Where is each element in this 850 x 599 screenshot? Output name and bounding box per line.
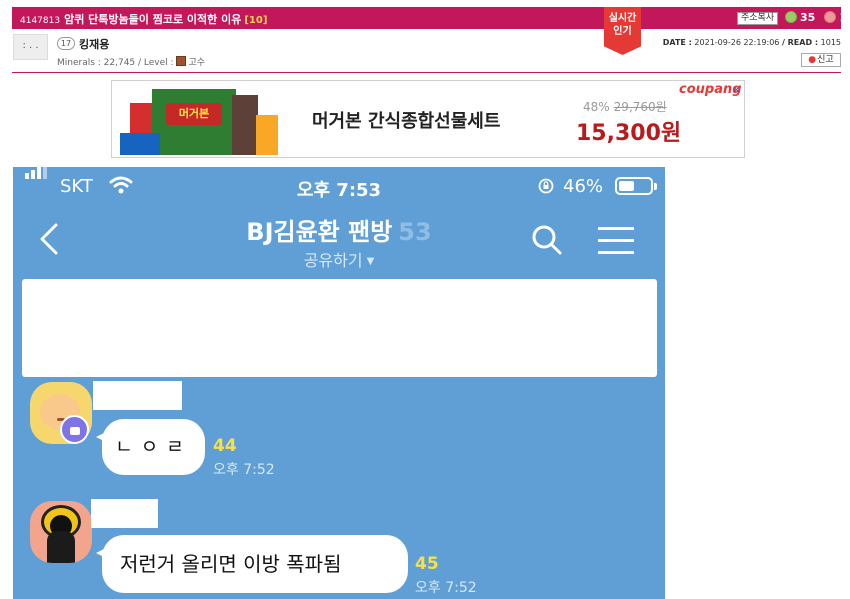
badge-line-2: 인기 xyxy=(613,26,632,37)
date-label: DATE : xyxy=(662,38,692,47)
post-title[interactable]: 암퀴 단톡방놈들이 찜코로 이적한 이유 xyxy=(64,13,241,26)
badge-line-1: 실시간 xyxy=(608,13,637,24)
battery-icon xyxy=(615,177,657,195)
search-icon[interactable] xyxy=(531,224,563,256)
author-minerals-line: Minerals : 22,745 / Level : 고수 xyxy=(57,55,205,68)
post-date-read: DATE : 2021-09-26 22:19:06 / READ : 1015 xyxy=(663,38,841,47)
hamburger-menu-icon[interactable] xyxy=(598,227,634,263)
copy-url-button[interactable]: 주소복사 xyxy=(737,12,779,25)
sender-name-redacted-2 xyxy=(91,499,158,528)
ad-close-icon[interactable]: × xyxy=(732,83,741,96)
ad-product-label: 머거본 xyxy=(166,103,222,125)
rotation-lock-icon xyxy=(538,178,554,194)
chat-room-title-line: BJ김윤환 팬방 53 xyxy=(13,212,665,247)
share-label: 공유하기 xyxy=(303,251,363,270)
notice-panel xyxy=(22,279,657,377)
minerals-text: Minerals : 22,745 / Level : xyxy=(57,58,174,68)
author-level-number: 17 xyxy=(57,37,75,50)
unread-count-2: 45 xyxy=(415,554,439,574)
report-button[interactable]: ●신고 xyxy=(801,53,841,67)
header-divider xyxy=(12,72,841,73)
level-name: 고수 xyxy=(188,58,205,68)
read-value: 1015 xyxy=(820,38,841,47)
author-nickname[interactable]: 킹재용 xyxy=(79,36,109,52)
battery-percent: 46% xyxy=(563,176,604,197)
ad-discount-pct: 48% xyxy=(583,100,610,114)
member-count: 53 xyxy=(398,218,432,246)
downvote-icon[interactable] xyxy=(824,11,837,23)
phone-status-bar: SKT 오후 7:53 46% xyxy=(13,167,665,203)
report-label: 신고 xyxy=(817,55,834,65)
realtime-popular-badge: 실시간 인기 xyxy=(604,7,641,55)
chat-screenshot: SKT 오후 7:53 46% BJ김윤환 팬방 53 공유하기 ▼ ㄴㅇㄹ 44 … xyxy=(13,167,665,599)
ad-discount: 48% 29,760원 xyxy=(583,98,667,115)
unread-count-1: 44 xyxy=(213,436,237,456)
siren-icon: ● xyxy=(808,55,817,65)
sender-name-redacted-1 xyxy=(93,381,182,410)
author-avatar[interactable]: : . . xyxy=(13,34,48,60)
ad-product-image: 머거본 xyxy=(120,83,280,157)
bot-icon xyxy=(60,415,89,444)
downvote-count: 1 xyxy=(839,11,847,24)
level-badge-icon xyxy=(176,56,187,66)
ad-title: 머거본 간식종합선물세트 xyxy=(312,111,501,132)
sender-avatar-2[interactable] xyxy=(30,501,92,563)
post-title-line: 4147813 암퀴 단톡방놈들이 찜코로 이적한 이유 [10] xyxy=(20,11,267,27)
date-value: 2021-09-26 22:19:06 xyxy=(694,38,780,47)
ad-price: 15,300원 xyxy=(576,121,682,146)
ad-banner[interactable]: 머거본 머거본 간식종합선물세트 48% 29,760원 15,300원 coup… xyxy=(111,80,745,158)
ad-original-price: 29,760원 xyxy=(613,100,667,114)
chat-room-title: BJ김윤환 팬방 xyxy=(246,218,393,246)
post-header-bar: 4147813 암퀴 단톡방놈들이 찜코로 이적한 이유 [10] 주소복사 35 1 xyxy=(12,7,847,29)
upvote-icon[interactable] xyxy=(785,11,797,23)
message-time-1: 오후 7:52 xyxy=(213,462,275,478)
share-dropdown[interactable]: 공유하기 ▼ xyxy=(13,247,665,271)
upvote-count: 35 xyxy=(800,11,816,24)
comment-count[interactable]: [10] xyxy=(244,15,267,26)
message-bubble-1[interactable]: ㄴㅇㄹ xyxy=(96,419,205,475)
caret-down-icon: ▼ xyxy=(366,256,375,267)
read-label: / READ : xyxy=(781,38,819,47)
message-time-2: 오후 7:52 xyxy=(415,580,477,596)
post-id: 4147813 xyxy=(20,16,61,26)
vote-counts: 35 1 xyxy=(785,11,847,24)
message-bubble-2[interactable]: 저런거 올리면 이방 폭파됨 xyxy=(96,535,408,593)
